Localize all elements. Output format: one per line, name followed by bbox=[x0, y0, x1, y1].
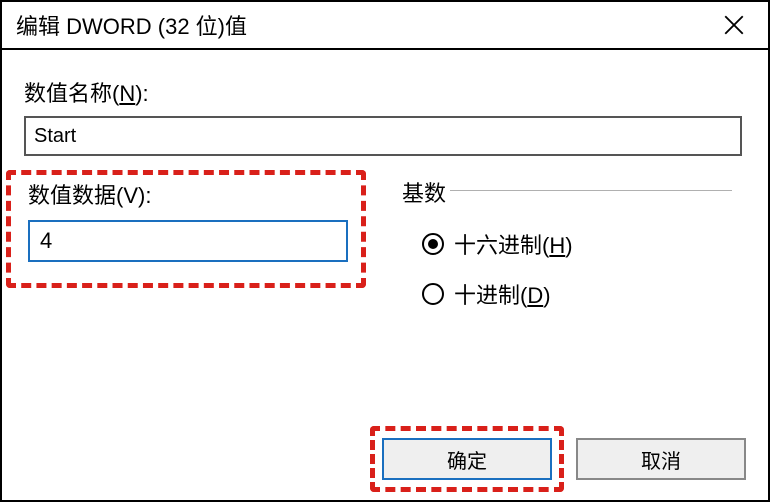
radio-hex[interactable]: 十六进制(H) bbox=[422, 228, 732, 260]
radio-dec[interactable]: 十进制(D) bbox=[422, 278, 732, 310]
close-button[interactable] bbox=[714, 5, 754, 45]
button-row: 确定 取消 bbox=[382, 438, 746, 480]
ok-button[interactable]: 确定 bbox=[382, 438, 552, 480]
radio-dec-label: 十进制(D) bbox=[454, 278, 551, 310]
titlebar: 编辑 DWORD (32 位)值 bbox=[2, 2, 768, 50]
dialog-window: 编辑 DWORD (32 位)值 数值名称(N): 数值数据(V): 基数 bbox=[0, 0, 770, 502]
dialog-body: 数值名称(N): 数值数据(V): 基数 十六进制(H) bbox=[2, 50, 768, 500]
close-icon bbox=[724, 15, 744, 35]
base-fieldset: 基数 十六进制(H) 十进制(D) bbox=[402, 166, 732, 328]
base-legend: 基数 bbox=[402, 176, 450, 208]
radio-icon bbox=[422, 283, 444, 305]
value-name-label: 数值名称(N): bbox=[24, 76, 746, 108]
radio-hex-label: 十六进制(H) bbox=[454, 228, 573, 260]
radio-icon bbox=[422, 233, 444, 255]
value-name-input[interactable] bbox=[24, 116, 742, 156]
cancel-button[interactable]: 取消 bbox=[576, 438, 746, 480]
value-data-label: 数值数据(V): bbox=[28, 178, 348, 210]
value-data-section: 数值数据(V): bbox=[24, 166, 362, 328]
value-data-input[interactable] bbox=[28, 220, 348, 262]
window-title: 编辑 DWORD (32 位)值 bbox=[16, 9, 247, 41]
